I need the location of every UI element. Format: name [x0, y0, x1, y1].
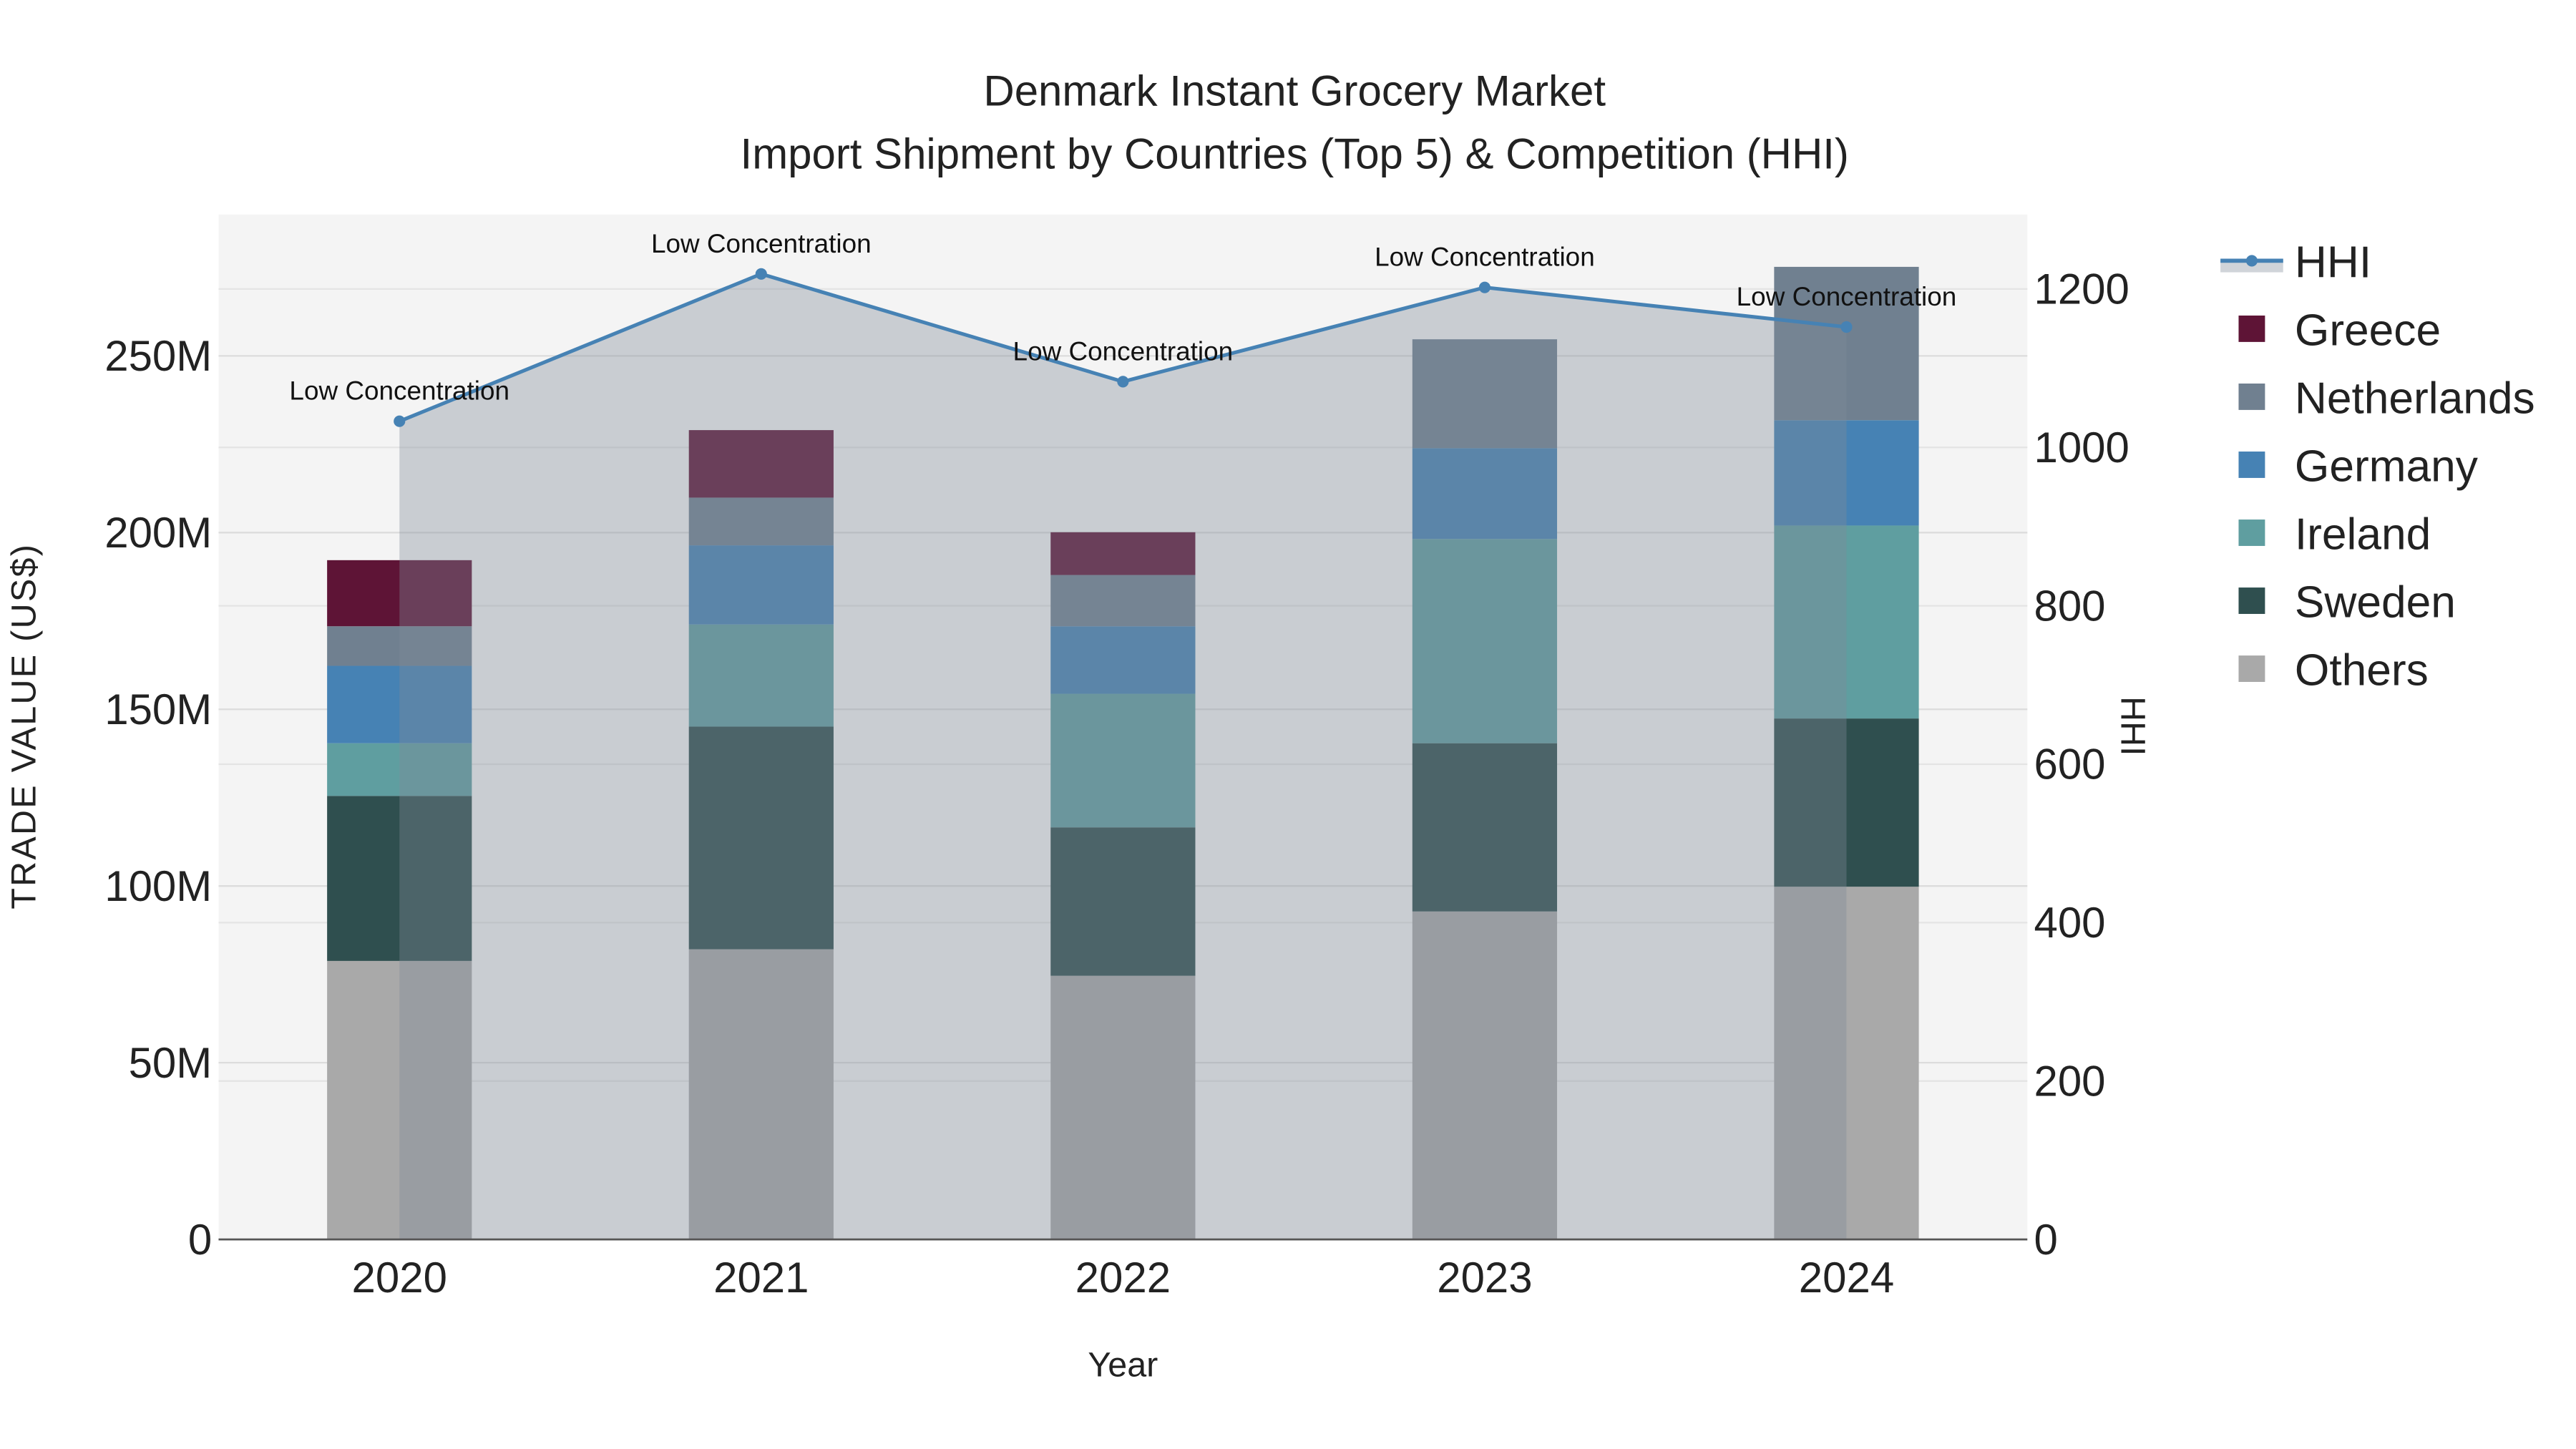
legend-label-greece: Greece — [2295, 306, 2441, 355]
y-tick-label: 50M — [129, 1039, 213, 1087]
y2-tick-label: 600 — [2034, 741, 2105, 789]
y2-axis-label: HHI — [2114, 696, 2152, 756]
hhi-annotation: Low Concentration — [1737, 282, 1957, 311]
y-axis-label: TRADE VALUE (US$) — [4, 543, 43, 909]
hhi-annotation: Low Concentration — [289, 376, 509, 406]
hhi-point-2021 — [755, 268, 767, 280]
chart-subtitle: Import Shipment by Countries (Top 5) & C… — [741, 130, 1849, 177]
y-axis-ticks: 0 50M 100M 150M 200M 250M — [104, 332, 212, 1264]
y2-axis-ticks: 0 200 400 600 800 1000 1200 — [2034, 265, 2129, 1264]
legend-label-ireland: Ireland — [2295, 510, 2431, 560]
hhi-point-2023 — [1478, 281, 1491, 293]
x-tick-label: 2020 — [352, 1254, 447, 1302]
hhi-annotation: Low Concentration — [651, 229, 872, 258]
y-tick-label: 200M — [104, 509, 212, 557]
y2-tick-label: 400 — [2034, 899, 2105, 947]
x-axis-ticks: 2020 2021 2022 2023 2024 — [352, 1254, 1895, 1302]
legend-swatch-germany — [2238, 452, 2265, 478]
hhi-annotation: Low Concentration — [1013, 336, 1234, 366]
y-tick-label: 0 — [188, 1216, 212, 1264]
x-tick-label: 2024 — [1799, 1254, 1894, 1302]
legend-swatch-ireland — [2238, 519, 2265, 546]
hhi-series: Low Concentration Low Concentration Low Co… — [289, 229, 1957, 1240]
legend-label-others: Others — [2295, 646, 2429, 696]
y2-tick-label: 0 — [2034, 1216, 2057, 1264]
chart: Low Concentration Low Concentration Low Co… — [4, 67, 2535, 1385]
y-tick-label: 100M — [104, 862, 212, 910]
chart-title: Denmark Instant Grocery Market — [983, 67, 1606, 115]
legend: HHI Greece Netherlands Germany Ireland Sweden… — [2220, 238, 2535, 696]
x-tick-label: 2021 — [713, 1254, 809, 1302]
hhi-point-2022 — [1117, 376, 1129, 388]
legend-label-sweden: Sweden — [2295, 578, 2456, 628]
legend-swatch-greece — [2238, 315, 2265, 342]
legend-swatch-sweden — [2238, 587, 2265, 614]
hhi-area — [399, 273, 1847, 1240]
x-tick-label: 2022 — [1075, 1254, 1171, 1302]
legend-label-netherlands: Netherlands — [2295, 374, 2535, 424]
y2-tick-label: 1200 — [2034, 265, 2129, 313]
legend-label-germany: Germany — [2295, 442, 2479, 492]
legend-hhi-marker — [2245, 255, 2258, 267]
hhi-point-2024 — [1840, 321, 1853, 333]
legend-swatch-others — [2238, 655, 2265, 682]
y2-tick-label: 200 — [2034, 1057, 2105, 1105]
y-tick-label: 150M — [104, 686, 212, 733]
y2-tick-label: 1000 — [2034, 424, 2129, 472]
y-tick-label: 250M — [104, 332, 212, 380]
x-axis-label: Year — [1088, 1346, 1158, 1385]
x-tick-label: 2023 — [1437, 1254, 1532, 1302]
y2-tick-label: 800 — [2034, 582, 2105, 630]
legend-swatch-netherlands — [2238, 384, 2265, 410]
hhi-annotation: Low Concentration — [1375, 243, 1595, 272]
hhi-point-2020 — [394, 415, 406, 427]
legend-label-hhi: HHI — [2295, 238, 2371, 287]
